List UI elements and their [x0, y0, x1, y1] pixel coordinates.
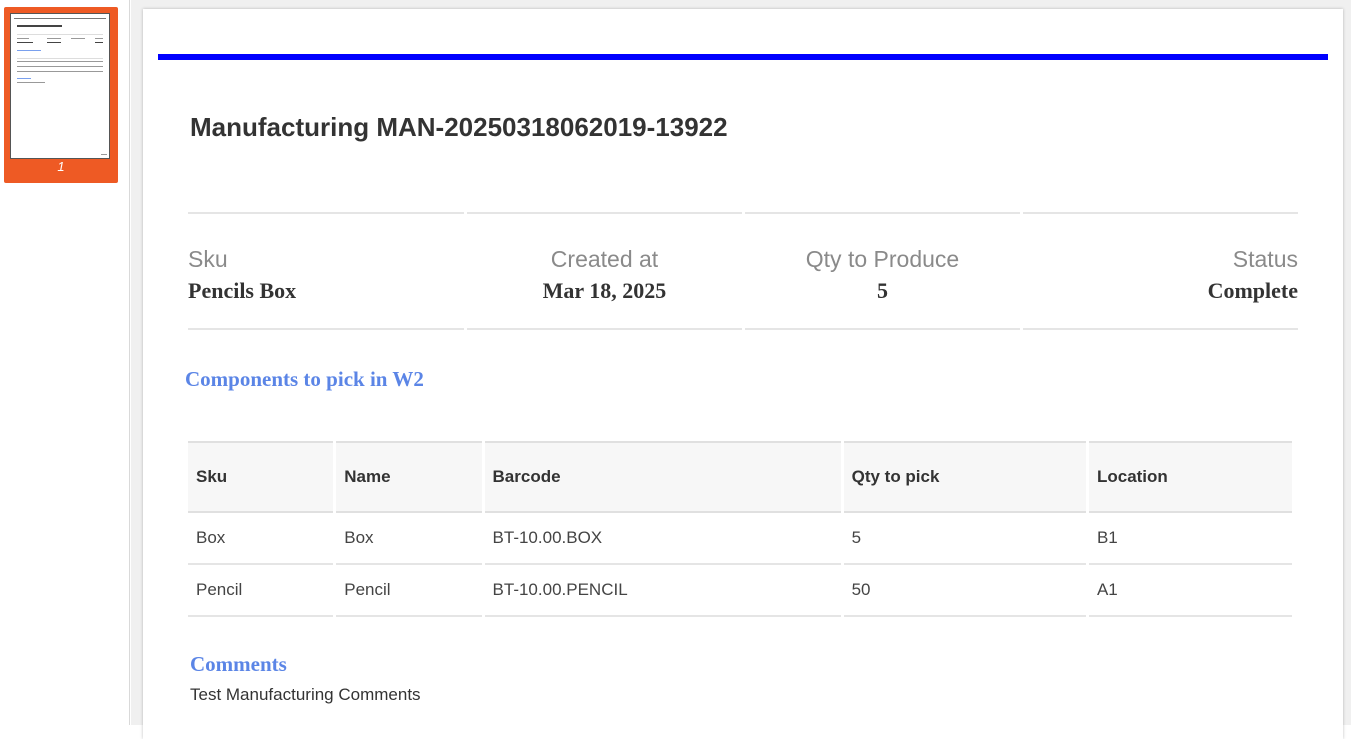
summary-label: Status [1232, 246, 1298, 272]
cell-barcode: BT-10.00.PENCIL [484, 565, 841, 617]
table-header-row: Sku Name Barcode Qty to pick Location [188, 441, 1292, 513]
summary-label: Qty to Produce [805, 246, 960, 272]
page-thumbnail-number: 1 [57, 159, 65, 174]
thumbnail-sidebar: 1 [0, 0, 130, 725]
cell-location: B1 [1088, 513, 1292, 565]
column-header-qty-to-pick: Qty to pick [843, 441, 1086, 513]
summary-row: Sku Pencils Box Created at Mar 18, 2025 … [188, 212, 1298, 332]
summary-created-at: Created at Mar 18, 2025 [467, 212, 742, 330]
page-thumbnail-1[interactable]: 1 [4, 7, 118, 183]
summary-value: Mar 18, 2025 [542, 278, 667, 303]
summary-value: Complete [1207, 278, 1298, 303]
table-row: Pencil Pencil BT-10.00.PENCIL 50 A1 [188, 565, 1292, 617]
header-accent-bar [158, 54, 1328, 60]
column-header-location: Location [1088, 441, 1292, 513]
cell-sku: Pencil [188, 565, 334, 617]
summary-label: Created at [550, 246, 659, 272]
column-header-sku: Sku [188, 441, 334, 513]
table-row: Box Box BT-10.00.BOX 5 B1 [188, 513, 1292, 565]
cell-sku: Box [188, 513, 334, 565]
column-header-barcode: Barcode [484, 441, 841, 513]
document-viewer[interactable]: Manufacturing MAN-20250318062019-13922 S… [131, 0, 1351, 739]
summary-status: Status Complete [1023, 212, 1298, 330]
page-thumbnail-preview [10, 13, 110, 159]
cell-barcode: BT-10.00.BOX [484, 513, 841, 565]
cell-name: Pencil [336, 565, 482, 617]
summary-value: 5 [877, 278, 888, 303]
summary-value: Pencils Box [188, 278, 297, 303]
components-heading: Components to pick in W2 [185, 367, 424, 391]
comments-heading: Comments [190, 652, 287, 676]
cell-location: A1 [1088, 565, 1292, 617]
cell-name: Box [336, 513, 482, 565]
summary-sku: Sku Pencils Box [188, 212, 464, 330]
comments-text: Test Manufacturing Comments [190, 685, 421, 704]
cell-qty-to-pick: 5 [843, 513, 1086, 565]
cell-qty-to-pick: 50 [843, 565, 1086, 617]
summary-label: Sku [188, 246, 228, 272]
column-header-name: Name [336, 441, 482, 513]
summary-qty-to-produce: Qty to Produce 5 [745, 212, 1020, 330]
document-page: Manufacturing MAN-20250318062019-13922 S… [143, 9, 1343, 739]
components-table: Sku Name Barcode Qty to pick Location Bo… [185, 441, 1295, 617]
document-title: Manufacturing MAN-20250318062019-13922 [190, 112, 728, 142]
